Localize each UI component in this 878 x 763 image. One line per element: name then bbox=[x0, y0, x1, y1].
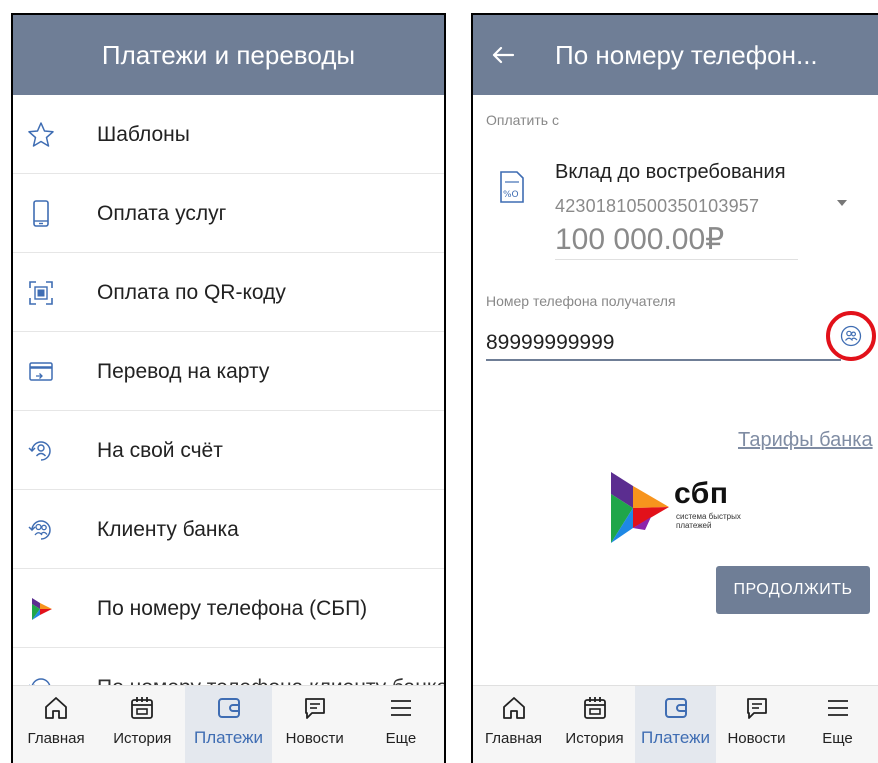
menu-item-pay-services[interactable]: Оплата услуг bbox=[13, 174, 444, 253]
nav-item-home[interactable]: Главная bbox=[473, 686, 554, 763]
pay-from-label: Оплатить с bbox=[486, 112, 559, 128]
nav-item-more[interactable]: Еще bbox=[797, 686, 878, 763]
svg-text:%O: %O bbox=[503, 190, 519, 200]
page-title: Платежи и переводы bbox=[101, 40, 356, 70]
bank-client-icon bbox=[28, 520, 51, 540]
payments-menu: Шаблоны Оплата услуг Оплата по QR-коду П… bbox=[13, 95, 444, 727]
menu-icon bbox=[827, 700, 848, 716]
account-number: 42301810500350103957 bbox=[555, 196, 760, 216]
menu-item-bank-client[interactable]: Клиенту банка bbox=[13, 490, 444, 569]
nav-label: Новости bbox=[727, 730, 786, 747]
menu-item-label: Шаблоны bbox=[97, 123, 190, 146]
qr-scan-icon bbox=[29, 281, 53, 305]
bank-tariffs-link[interactable]: Тарифы банка bbox=[738, 429, 873, 452]
nav-label: Платежи bbox=[194, 728, 263, 747]
menu-item-templates[interactable]: Шаблоны bbox=[13, 95, 444, 174]
star-icon bbox=[28, 122, 54, 147]
nav-label: Платежи bbox=[641, 728, 710, 747]
home-icon bbox=[45, 697, 67, 719]
menu-item-label: Оплата по QR-коду bbox=[97, 281, 286, 304]
back-arrow-icon[interactable] bbox=[487, 39, 519, 71]
nav-label: Еще bbox=[822, 730, 853, 747]
dropdown-arrow-icon[interactable] bbox=[837, 200, 847, 206]
deposit-account-icon: %O bbox=[500, 171, 524, 203]
app-header: По номеру телефон... bbox=[473, 15, 878, 95]
app-header: Платежи и переводы bbox=[13, 15, 444, 95]
payments-screen: Платежи и переводы Шаблоны Оплата услуг … bbox=[11, 13, 446, 763]
menu-item-sbp-phone[interactable]: По номеру телефона (СБП) bbox=[13, 569, 444, 648]
nav-item-history[interactable]: История bbox=[554, 686, 635, 763]
calendar-icon bbox=[583, 697, 606, 719]
account-balance: 100 000.00₽ bbox=[555, 223, 725, 256]
recipient-phone-label: Номер телефона получателя bbox=[486, 293, 676, 309]
nav-item-news[interactable]: Новости bbox=[272, 686, 358, 763]
own-account-icon bbox=[28, 441, 51, 461]
home-icon bbox=[502, 697, 525, 719]
nav-label: Главная bbox=[484, 730, 543, 747]
calendar-icon bbox=[131, 697, 154, 719]
menu-item-label: Клиенту банка bbox=[97, 518, 239, 541]
sbp-icon bbox=[32, 598, 52, 620]
chat-icon bbox=[746, 698, 767, 719]
menu-item-own-account[interactable]: На свой счёт bbox=[13, 411, 444, 490]
card-transfer-icon bbox=[29, 362, 53, 381]
account-divider bbox=[555, 259, 798, 260]
bottom-nav: Главная История Платежи Новости Еще bbox=[13, 685, 444, 763]
nav-item-home[interactable]: Главная bbox=[13, 686, 99, 763]
contacts-button[interactable] bbox=[826, 311, 876, 361]
nav-label: История bbox=[113, 730, 172, 747]
nav-label: Еще bbox=[385, 730, 417, 747]
bottom-nav: Главная История Платежи Новости Еще bbox=[473, 685, 878, 763]
nav-item-news[interactable]: Новости bbox=[716, 686, 797, 763]
sbp-transfer-screen: По номеру телефон... Оплатить с %O Вклад… bbox=[471, 13, 878, 763]
wallet-icon bbox=[664, 698, 687, 718]
nav-label: Главная bbox=[27, 730, 85, 747]
sbp-logo-subtitle: система быстрых bbox=[676, 512, 741, 521]
menu-item-label: Перевод на карту bbox=[97, 360, 270, 383]
page-title: По номеру телефон... bbox=[555, 40, 818, 70]
nav-item-payments[interactable]: Платежи bbox=[635, 686, 716, 763]
menu-icon bbox=[390, 700, 411, 716]
nav-label: Новости bbox=[285, 730, 344, 747]
sbp-logo-text: сбп bbox=[674, 477, 729, 510]
account-name[interactable]: Вклад до востребования bbox=[555, 161, 786, 184]
nav-item-history[interactable]: История bbox=[99, 686, 185, 763]
nav-item-more[interactable]: Еще bbox=[358, 686, 444, 763]
wallet-icon bbox=[217, 698, 240, 718]
menu-item-card-transfer[interactable]: Перевод на карту bbox=[13, 332, 444, 411]
chat-icon bbox=[304, 698, 325, 719]
continue-button[interactable]: ПРОДОЛЖИТЬ bbox=[716, 566, 870, 614]
menu-item-qr-payment[interactable]: Оплата по QR-коду bbox=[13, 253, 444, 332]
nav-label: История bbox=[565, 730, 624, 747]
sbp-logo-subtitle: платежей bbox=[676, 521, 712, 530]
menu-item-label: На свой счёт bbox=[97, 439, 223, 462]
contacts-icon bbox=[840, 325, 862, 347]
nav-item-payments[interactable]: Платежи bbox=[185, 686, 272, 763]
recipient-phone-input[interactable] bbox=[486, 327, 841, 361]
menu-item-label: По номеру телефона (СБП) bbox=[97, 597, 368, 620]
phone-icon bbox=[33, 200, 49, 227]
menu-item-label: Оплата услуг bbox=[97, 202, 227, 225]
